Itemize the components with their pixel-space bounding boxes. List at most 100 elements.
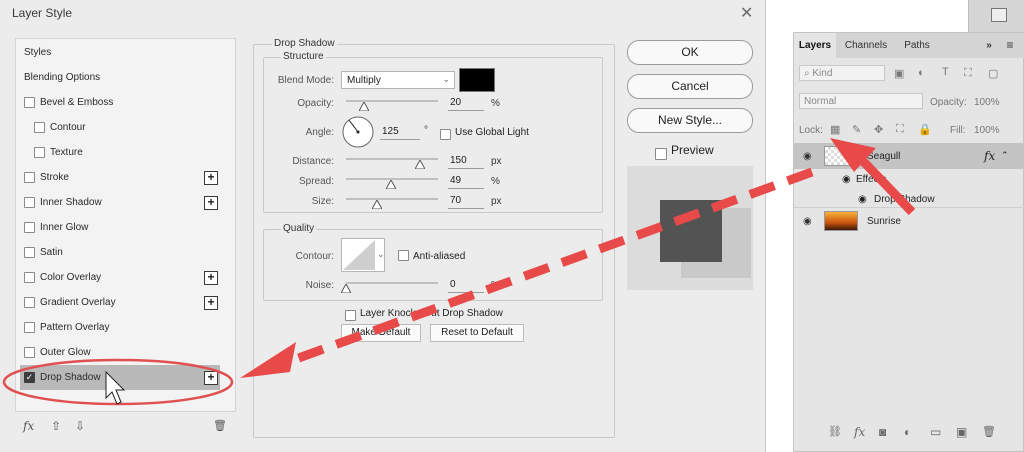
style-item-bevel-emboss[interactable]: Bevel & Emboss <box>16 90 237 115</box>
move-up-icon[interactable]: ⇧ <box>51 419 61 433</box>
style-item-pattern-overlay[interactable]: Pattern Overlay <box>16 315 237 340</box>
size-slider[interactable] <box>346 198 438 200</box>
style-item-drop-shadow[interactable]: ✓ Drop Shadow + <box>20 365 220 390</box>
lock-artboard-icon[interactable]: ⛶ <box>896 123 904 136</box>
bevel-emboss-checkbox[interactable] <box>24 97 35 108</box>
preview-option[interactable]: ✓ Preview <box>655 143 714 160</box>
anti-aliased-option[interactable]: Anti-aliased <box>398 250 465 262</box>
style-item-gradient-overlay[interactable]: Gradient Overlay + <box>16 290 237 315</box>
move-down-icon[interactable]: ⇩ <box>75 419 85 433</box>
spread-slider-thumb[interactable] <box>386 180 396 189</box>
blend-mode-select[interactable]: Multiply ⌄ <box>341 71 455 89</box>
shape-filter-icon[interactable]: ⛶ <box>964 67 972 80</box>
contour-checkbox[interactable] <box>34 122 45 133</box>
ok-button[interactable]: OK <box>627 40 753 65</box>
add-stroke-icon[interactable]: + <box>204 171 218 185</box>
anti-aliased-checkbox[interactable] <box>398 250 409 261</box>
angle-field[interactable]: 125 <box>380 126 420 140</box>
drop-shadow-checkbox[interactable]: ✓ <box>24 372 35 383</box>
style-item-blending-options[interactable]: Blending Options <box>16 65 237 90</box>
add-inner-shadow-icon[interactable]: + <box>204 196 218 210</box>
style-item-color-overlay[interactable]: Color Overlay + <box>16 265 237 290</box>
shadow-color-swatch[interactable] <box>459 68 495 92</box>
use-global-light-checkbox[interactable]: ✓ <box>440 129 451 140</box>
stroke-checkbox[interactable] <box>24 172 35 183</box>
eye-icon[interactable]: ◉ <box>803 151 812 162</box>
layer-row-seagull[interactable]: ◉ Seagull fx ⌃ <box>794 143 1024 169</box>
close-icon[interactable]: ✕ <box>740 3 753 23</box>
texture-checkbox[interactable] <box>34 147 45 158</box>
collapse-icon[interactable]: » <box>982 33 996 58</box>
style-item-contour[interactable]: Contour <box>16 115 237 140</box>
knockout-option[interactable]: ✓ Layer Knocks Out Drop Shadow <box>345 308 503 321</box>
gradient-overlay-checkbox[interactable] <box>24 297 35 308</box>
reset-default-button[interactable]: Reset to Default <box>430 324 524 342</box>
style-item-satin[interactable]: Satin <box>16 240 237 265</box>
lock-all-icon[interactable]: 🔒 <box>918 123 932 136</box>
distance-slider-thumb[interactable] <box>415 160 425 169</box>
style-item-styles[interactable]: Styles <box>16 40 237 65</box>
panel-menu-icon[interactable]: ≡ <box>1002 33 1018 58</box>
add-drop-shadow-icon[interactable]: + <box>204 371 218 385</box>
fx-icon[interactable]: fx <box>854 425 865 439</box>
style-item-inner-shadow[interactable]: Inner Shadow + <box>16 190 237 215</box>
size-slider-thumb[interactable] <box>372 200 382 209</box>
cube-icon[interactable] <box>991 8 1007 22</box>
adjustment-icon[interactable]: ◐ <box>904 425 911 439</box>
preview-checkbox[interactable]: ✓ <box>655 148 667 160</box>
kind-filter-select[interactable]: ⌕ Kind <box>799 65 885 81</box>
lock-move-icon[interactable]: ✥ <box>874 123 883 136</box>
type-filter-icon[interactable]: T <box>942 66 949 78</box>
folder-icon[interactable]: ▭ <box>930 425 941 439</box>
satin-checkbox[interactable] <box>24 247 35 258</box>
fx-icon[interactable]: fx <box>23 419 34 433</box>
new-style-button[interactable]: New Style... <box>627 108 753 133</box>
tab-paths[interactable]: Paths <box>896 33 938 58</box>
tab-channels[interactable]: Channels <box>840 33 892 58</box>
style-item-stroke[interactable]: Stroke + <box>16 165 237 190</box>
trash-icon[interactable]: 🗑 <box>982 425 996 438</box>
image-filter-icon[interactable]: ▣ <box>894 67 904 80</box>
make-default-button[interactable]: Make Default <box>341 324 421 342</box>
angle-dial[interactable] <box>342 116 374 148</box>
eye-icon[interactable]: ◉ <box>858 194 867 205</box>
style-item-texture[interactable]: Texture <box>16 140 237 165</box>
inner-glow-checkbox[interactable] <box>24 222 35 233</box>
layer-row-sunrise[interactable]: ◉ Sunrise <box>794 207 1024 233</box>
chevron-up-icon[interactable]: ⌃ <box>1001 150 1009 161</box>
mask-icon[interactable]: ◙ <box>879 425 886 439</box>
noise-slider-thumb[interactable] <box>341 284 351 293</box>
size-field[interactable]: 70 <box>448 195 484 209</box>
outer-glow-checkbox[interactable] <box>24 347 35 358</box>
lock-paint-icon[interactable]: ✎ <box>852 123 861 136</box>
eye-icon[interactable]: ◉ <box>842 174 851 185</box>
adjustment-filter-icon[interactable]: ◐ <box>918 67 925 79</box>
layer-blend-select[interactable]: Normal <box>799 93 923 109</box>
fill-value[interactable]: 100% <box>974 125 1000 136</box>
smart-object-filter-icon[interactable]: ▢ <box>988 67 998 80</box>
tab-layers[interactable]: Layers <box>794 33 836 58</box>
color-overlay-checkbox[interactable] <box>24 272 35 283</box>
noise-field[interactable]: 0 <box>448 279 484 293</box>
noise-slider[interactable] <box>346 282 438 284</box>
style-item-inner-glow[interactable]: Inner Glow <box>16 215 237 240</box>
fx-icon[interactable]: fx <box>984 149 995 163</box>
opacity-field[interactable]: 20 <box>448 97 484 111</box>
lock-transparent-icon[interactable]: ▦ <box>830 123 840 136</box>
pattern-overlay-checkbox[interactable] <box>24 322 35 333</box>
style-item-outer-glow[interactable]: Outer Glow <box>16 340 237 365</box>
distance-field[interactable]: 150 <box>448 155 484 169</box>
eye-icon[interactable]: ◉ <box>803 216 812 227</box>
inner-shadow-checkbox[interactable] <box>24 197 35 208</box>
trash-icon[interactable]: 🗑 <box>213 419 227 432</box>
cancel-button[interactable]: Cancel <box>627 74 753 99</box>
knockout-checkbox[interactable]: ✓ <box>345 310 356 321</box>
add-color-overlay-icon[interactable]: + <box>204 271 218 285</box>
contour-picker[interactable]: ⌄ <box>341 238 385 272</box>
spread-field[interactable]: 49 <box>448 175 484 189</box>
new-layer-icon[interactable]: ▣ <box>956 425 967 439</box>
link-icon[interactable]: ⛓ <box>828 425 842 438</box>
use-global-light-option[interactable]: ✓ Use Global Light <box>440 127 529 140</box>
add-gradient-overlay-icon[interactable]: + <box>204 296 218 310</box>
layer-effects-row[interactable]: ◉ Effects <box>794 169 1024 189</box>
